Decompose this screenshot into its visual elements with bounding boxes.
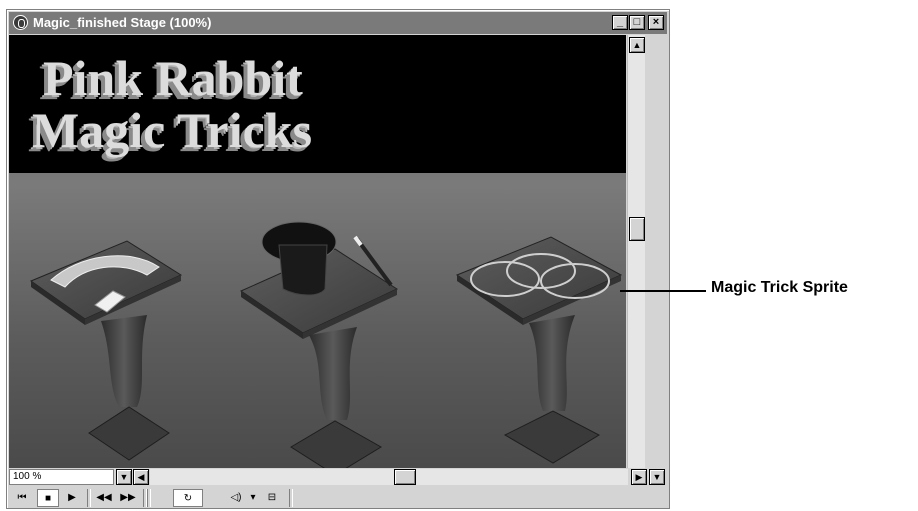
playback-controls: ⏮ ■ ▶ ◀◀ ▶▶ ↻ ◁) ▾ ⊟	[9, 487, 667, 509]
zoom-field[interactable]: 100 %	[9, 469, 114, 485]
vertical-scroll-thumb[interactable]	[629, 217, 645, 241]
volume-icon[interactable]: ◁)	[225, 489, 247, 507]
minimize-button[interactable]: _	[612, 15, 628, 30]
play-icon[interactable]: ▶	[61, 489, 83, 507]
stop-icon[interactable]: ■	[37, 489, 59, 507]
separator	[87, 489, 91, 507]
volume-dropdown-icon[interactable]: ▾	[247, 489, 259, 507]
horizontal-scroll-thumb[interactable]	[394, 469, 416, 485]
table-base	[290, 420, 382, 468]
separator	[289, 489, 293, 507]
callout-line	[620, 290, 706, 292]
wand-tip	[353, 235, 363, 247]
zoom-dropdown-button[interactable]: ▼	[116, 469, 132, 485]
table-stem	[529, 315, 575, 411]
stage-canvas: Pink Rabbit Magic Tricks	[9, 35, 626, 468]
horizontal-scroll-track[interactable]	[150, 469, 628, 485]
top-hat-table[interactable]	[239, 221, 399, 468]
separator	[147, 489, 151, 507]
vertical-scrollbar[interactable]: ▲	[627, 35, 645, 468]
tables-scene	[29, 221, 623, 468]
step-forward-icon[interactable]: ▶▶	[117, 489, 139, 507]
selected-frames-icon[interactable]: ⊟	[261, 489, 283, 507]
status-row: 100 % ▼ ◀ ▶ ▼	[9, 468, 667, 486]
title-bar[interactable]: Magic_finished Stage (100%) _ □ ×	[9, 12, 667, 34]
table-stem	[101, 315, 147, 407]
close-button[interactable]: ×	[648, 15, 664, 30]
director-app-icon	[13, 15, 28, 30]
rewind-icon[interactable]: ⏮	[11, 489, 33, 507]
hat-crown	[278, 244, 328, 296]
loop-icon[interactable]: ↻	[173, 489, 203, 507]
scroll-up-button[interactable]: ▲	[629, 37, 645, 53]
callout-label: Magic Trick Sprite	[711, 279, 848, 296]
scroll-left-button[interactable]: ◀	[133, 469, 149, 485]
stage-window: Magic_finished Stage (100%) _ □ × Pink R…	[6, 9, 670, 509]
maximize-button[interactable]: □	[629, 15, 645, 30]
table-base	[88, 406, 170, 461]
window-title: Magic_finished Stage (100%)	[33, 15, 212, 30]
table-base	[503, 410, 601, 464]
step-back-icon[interactable]: ◀◀	[93, 489, 115, 507]
cards-table[interactable]	[29, 240, 183, 461]
scroll-right-button[interactable]: ▶	[631, 469, 647, 485]
table-stem	[309, 327, 357, 420]
scroll-down-button[interactable]: ▼	[649, 469, 665, 485]
rings-table[interactable]	[455, 236, 623, 464]
